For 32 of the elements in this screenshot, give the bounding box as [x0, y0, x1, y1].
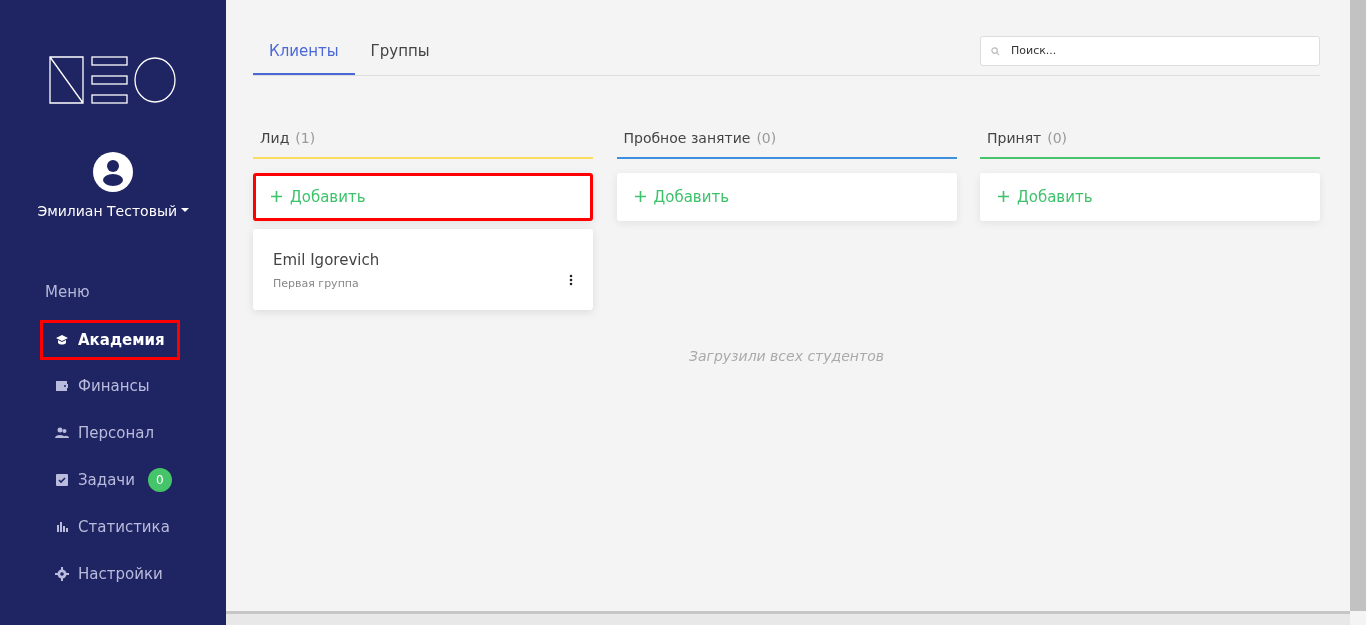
horizontal-scrollbar[interactable] — [226, 611, 1350, 625]
tab[interactable]: Клиенты — [253, 30, 355, 75]
sidebar-item[interactable]: Персонал — [40, 412, 170, 453]
wallet-icon — [55, 379, 69, 394]
column-header: Лид (1) — [253, 119, 593, 159]
more-options-icon[interactable] — [569, 274, 573, 286]
plus-icon — [998, 191, 1009, 203]
plus-icon — [271, 191, 282, 203]
search-field[interactable]: Поиск... — [980, 35, 1320, 66]
column-header: Пробное занятие (0) — [616, 119, 957, 159]
client-group: Первая группа — [273, 275, 380, 292]
count-badge: 0 — [148, 468, 172, 492]
vertical-scrollbar[interactable] — [1350, 0, 1366, 611]
sidebar-item[interactable]: Академия — [40, 319, 180, 360]
menu-heading: Меню — [44, 282, 91, 303]
sidebar-item[interactable]: Финансы — [40, 366, 165, 407]
graduation-cap-icon — [55, 332, 69, 347]
client-card[interactable]: Emil Igorevich Первая группа — [253, 229, 593, 310]
sidebar-item[interactable]: Задачи 0 — [40, 459, 187, 501]
bar-chart-icon — [55, 520, 69, 535]
settings-icon — [55, 566, 69, 581]
client-name: Emil Igorevich — [273, 250, 380, 271]
plus-icon — [634, 191, 646, 203]
checkbox-icon — [55, 473, 69, 487]
status-text: Загрузили всех студентов — [688, 347, 885, 366]
people-icon — [55, 425, 69, 440]
column-header: Принят (0) — [980, 119, 1320, 159]
tab[interactable]: Группы — [354, 30, 446, 75]
sidebar-item[interactable]: Настройки — [40, 553, 178, 594]
avatar-icon — [93, 152, 133, 192]
user-menu-button[interactable]: Эмилиан Тестовый — [31, 200, 195, 223]
sidebar-item[interactable]: Статистика — [40, 507, 185, 548]
